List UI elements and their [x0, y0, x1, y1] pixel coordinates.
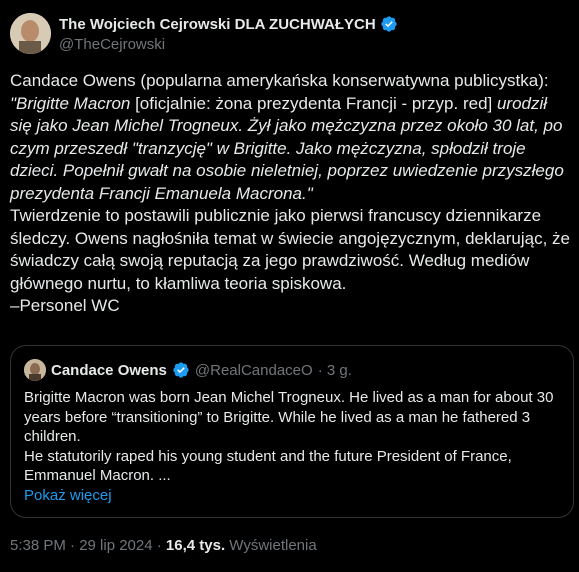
- tweet-text: Candace Owens (popularna amerykańska kon…: [10, 70, 572, 318]
- author-block: The Wojciech Cejrowski DLA ZUCHWAŁYCH @T…: [59, 15, 398, 53]
- tweet-meta: 5:38 PM · 29 lip 2024 · 16,4 tys. Wyświe…: [10, 537, 317, 554]
- author-name[interactable]: The Wojciech Cejrowski DLA ZUCHWAŁYCH: [59, 16, 376, 33]
- tweet-timestamp[interactable]: 5:38 PM · 29 lip 2024 ·: [10, 537, 166, 554]
- quoted-header: Candace Owens @RealCandaceO · 3 g.: [24, 359, 352, 381]
- quoted-text: Brigitte Macron was born Jean Michel Tro…: [24, 388, 564, 505]
- quoted-name: Candace Owens: [51, 361, 167, 379]
- quoted-tweet-card[interactable]: Candace Owens @RealCandaceO · 3 g. Brigi…: [10, 345, 574, 518]
- quoted-verified-badge-icon: [173, 362, 189, 378]
- author-avatar[interactable]: [10, 13, 51, 54]
- author-handle[interactable]: @TheCejrowski: [59, 36, 398, 53]
- quoted-time: · 3 g.: [317, 361, 352, 379]
- author-name-row[interactable]: The Wojciech Cejrowski DLA ZUCHWAŁYCH: [59, 15, 398, 33]
- tweet-body: Twierdzenie to postawili publicznie jako…: [10, 206, 570, 293]
- tweet-quote: "Brigitte Macron [oficjalnie: żona prezy…: [10, 93, 572, 206]
- show-more-link[interactable]: Pokaż więcej: [24, 486, 564, 506]
- verified-badge-icon: [381, 16, 397, 32]
- quoted-line1: Brigitte Macron was born Jean Michel Tro…: [24, 389, 554, 445]
- views-label: Wyświetlenia: [225, 537, 317, 554]
- quoted-handle: @RealCandaceO: [194, 361, 313, 379]
- tweet-intro: Candace Owens (popularna amerykańska kon…: [10, 71, 549, 90]
- tweet-quote-note: [oficjalnie: żona prezydenta Francji - p…: [135, 93, 493, 113]
- view-count: 16,4 tys.: [165, 537, 226, 554]
- quoted-line2: He statutorily raped his young student a…: [24, 447, 512, 485]
- quoted-avatar: [24, 359, 46, 381]
- tweet-quote-a: "Brigitte Macron: [10, 93, 136, 113]
- tweet-signature: –Personel WC: [10, 296, 120, 315]
